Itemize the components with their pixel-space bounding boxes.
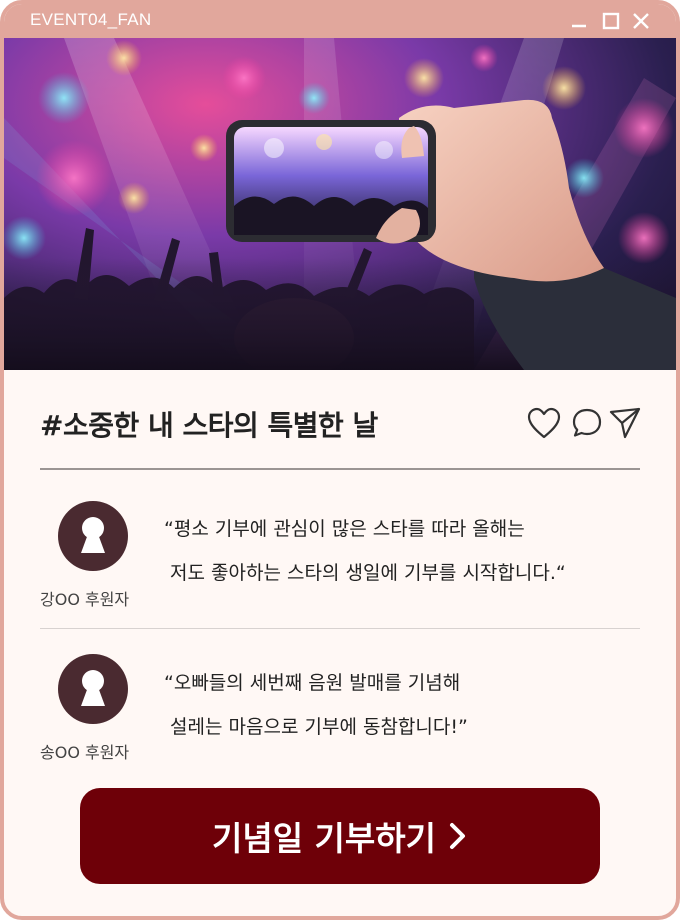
title-bar: EVENT04_FAN [4, 4, 676, 38]
title-divider [40, 468, 640, 470]
avatar-icon [58, 654, 128, 724]
maximize-icon[interactable] [600, 10, 622, 32]
donor-name: 송OO 후원자 [40, 743, 130, 762]
testimonial-quote-line: “오빠들의 세번째 음원 발매를 기념해 [164, 672, 461, 694]
testimonial-quote-line: “평소 기부에 관심이 많은 스타를 따라 올해는 [164, 518, 525, 540]
donate-button[interactable]: 기념일 기부하기 [80, 788, 600, 884]
close-icon[interactable] [630, 10, 652, 32]
concert-photo [4, 38, 676, 370]
window-title: EVENT04_FAN [30, 10, 152, 29]
chevron-right-icon [450, 823, 465, 849]
comment-icon[interactable] [570, 406, 604, 440]
testimonial-quote-line: 설레는 마음으로 기부에 동참합니다!” [164, 716, 468, 738]
minimize-icon[interactable] [568, 10, 590, 32]
testimonial-quote-line: 저도 좋아하는 스타의 생일에 기부를 시작합니다.“ [164, 562, 566, 584]
testimonial-divider [40, 628, 640, 629]
post-title: #소중한 내 스타의 특별한 날 [40, 409, 378, 442]
donate-button-label: 기념일 기부하기 [211, 819, 436, 858]
heart-icon[interactable] [526, 406, 562, 440]
concert-illustration [4, 38, 676, 370]
app-window: EVENT04_FAN #소중한 내 스타의 특별한 날 강OO 후원자 “평소… [0, 0, 680, 920]
avatar-icon [58, 501, 128, 571]
donor-name: 강OO 후원자 [40, 590, 130, 609]
send-icon[interactable] [607, 406, 643, 440]
